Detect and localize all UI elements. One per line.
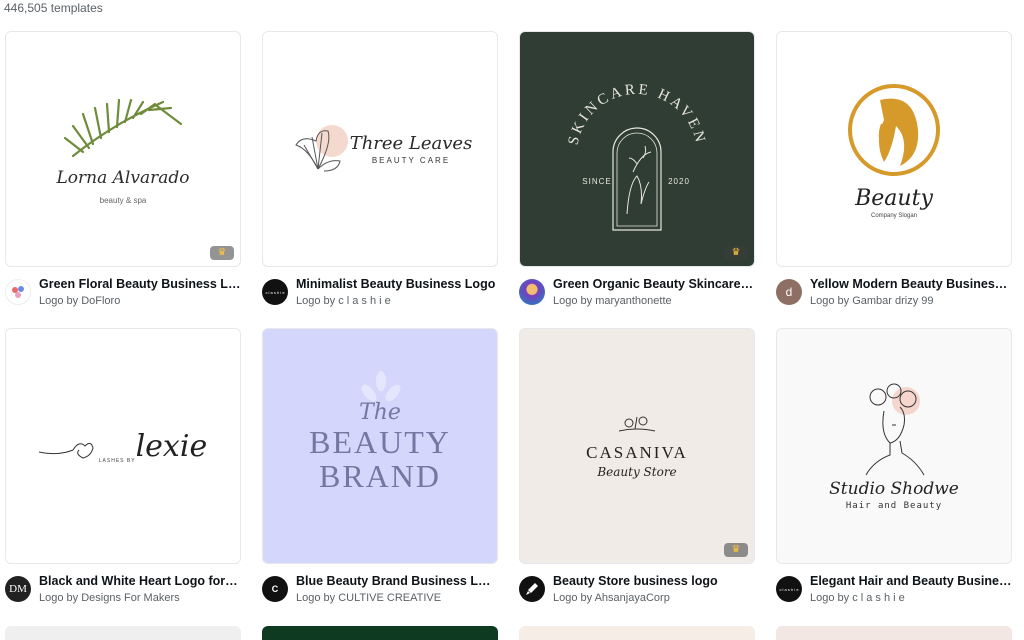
- template-thumbnail[interactable]: LASHES BY lexie: [5, 328, 241, 564]
- avatar[interactable]: c l a s h i e: [262, 279, 288, 305]
- template-author[interactable]: Logo by AhsanjayaCorp: [553, 591, 718, 605]
- template-meta: c l a s h i e Minimalist Beauty Business…: [262, 277, 498, 308]
- template-grid-row-1: Lorna Alvarado beauty & spa ♛ Green Flor…: [5, 31, 1012, 308]
- template-author[interactable]: Logo by Gambar drizy 99: [810, 294, 1012, 308]
- skincare-arch-emblem: SKINCARE HAVEN SINCE 2020: [566, 82, 709, 231]
- template-grid-row-2: LASHES BY lexie DM Black and White Heart…: [5, 328, 1012, 605]
- template-thumbnail[interactable]: Lorna Alvarado beauty & spa ♛: [5, 31, 241, 267]
- template-author[interactable]: Logo by maryanthonette: [553, 294, 755, 308]
- logo-name-text: BEAUTY: [309, 423, 451, 460]
- logo-tagline-text: Company Slogan: [870, 212, 918, 219]
- template-author[interactable]: Logo by Designs For Makers: [39, 591, 241, 605]
- template-thumbnail[interactable]: Three Leaves BEAUTY CARE: [262, 31, 498, 267]
- template-meta: DM Black and White Heart Logo for B... L…: [5, 574, 241, 605]
- logo-name-text: Three Leaves: [349, 133, 473, 154]
- avatar[interactable]: [5, 279, 31, 305]
- template-author[interactable]: Logo by c l a s h i e: [810, 591, 1012, 605]
- logo-group: LASHES BY lexie: [38, 428, 208, 464]
- template-title[interactable]: Beauty Store business logo: [553, 574, 718, 589]
- template-meta: Green Floral Beauty Business Logo Logo b…: [5, 277, 241, 308]
- template-thumbnail[interactable]: SKINCARE HAVEN SINCE 2020 ♛: [519, 31, 755, 267]
- palm-leaf-icon: [63, 98, 183, 157]
- ginkgo-leaf-icon: [294, 125, 348, 172]
- logo-name-text: Lorna Alvarado: [56, 167, 190, 188]
- template-meta: Beauty Store business logo Logo by Ahsan…: [519, 574, 755, 605]
- logo-tagline-text: BEAUTY CARE: [371, 156, 451, 165]
- template-grid-row-3: [5, 626, 1012, 640]
- flower-branch-icon: [618, 416, 656, 432]
- avatar[interactable]: [519, 576, 545, 602]
- template-card[interactable]: Beauty Company Slogan d Yellow Modern Be…: [776, 31, 1012, 308]
- avatar[interactable]: [519, 279, 545, 305]
- flower-icon: [12, 286, 24, 298]
- woman-face-icon: [848, 83, 940, 176]
- avatar[interactable]: c l a s h i e: [776, 576, 802, 602]
- logo-tagline-text: LASHES BY: [98, 457, 136, 464]
- avatar[interactable]: C: [262, 576, 288, 602]
- template-card[interactable]: Studio Shodwe Hair and Beauty c l a s h …: [776, 328, 1012, 605]
- heart-line-icon: [38, 442, 94, 459]
- logo-tagline-text: Hair and Beauty: [845, 501, 943, 511]
- template-meta: Green Organic Beauty Skincare B... Logo …: [519, 277, 755, 308]
- template-title[interactable]: Green Organic Beauty Skincare B...: [553, 277, 755, 292]
- since-text: SINCE: [582, 177, 611, 186]
- template-card[interactable]: LASHES BY lexie DM Black and White Heart…: [5, 328, 241, 605]
- template-title[interactable]: Black and White Heart Logo for B...: [39, 574, 241, 589]
- template-meta: c l a s h i e Elegant Hair and Beauty Bu…: [776, 574, 1012, 605]
- template-thumbnail[interactable]: CASANIVA Beauty Store ♛: [519, 328, 755, 564]
- template-thumbnail[interactable]: [519, 626, 755, 640]
- template-author[interactable]: Logo by CULTIVE CREATIVE: [296, 591, 498, 605]
- template-thumbnail[interactable]: [262, 626, 498, 640]
- template-meta: d Yellow Modern Beauty Business L... Log…: [776, 277, 1012, 308]
- template-title[interactable]: Minimalist Beauty Business Logo: [296, 277, 495, 292]
- template-card[interactable]: Three Leaves BEAUTY CARE c l a s h i e M…: [262, 31, 498, 308]
- template-meta: C Blue Beauty Brand Business Logo Logo b…: [262, 574, 498, 605]
- template-card[interactable]: The BEAUTY BRAND C Blue Beauty Brand Bus…: [262, 328, 498, 605]
- template-title[interactable]: Yellow Modern Beauty Business L...: [810, 277, 1012, 292]
- logo-name-text: CASANIVA: [586, 443, 688, 462]
- logo-name-text: Studio Shodwe: [829, 479, 959, 499]
- template-title[interactable]: Blue Beauty Brand Business Logo: [296, 574, 498, 589]
- logo-name-text: Beauty: [855, 185, 933, 211]
- template-card[interactable]: CASANIVA Beauty Store ♛ Beauty Store bus…: [519, 328, 755, 605]
- woman-floral-hair-icon: [865, 383, 925, 476]
- logo-name-text-2: BRAND: [318, 457, 441, 494]
- logo-tagline-text: beauty & spa: [99, 195, 147, 205]
- logo-tagline-text: Beauty Store: [597, 465, 677, 479]
- crown-icon: ♛: [724, 246, 748, 260]
- template-thumbnail[interactable]: The BEAUTY BRAND: [262, 328, 498, 564]
- template-title[interactable]: Green Floral Beauty Business Logo: [39, 277, 241, 292]
- avatar[interactable]: d: [776, 279, 802, 305]
- templates-count: 446,505 templates: [4, 1, 103, 15]
- template-thumbnail[interactable]: Studio Shodwe Hair and Beauty: [776, 328, 1012, 564]
- template-author[interactable]: Logo by c l a s h i e: [296, 294, 495, 308]
- template-thumbnail[interactable]: Beauty Company Slogan: [776, 31, 1012, 267]
- logo-group: Three Leaves BEAUTY CARE: [288, 119, 473, 179]
- crown-icon: ♛: [724, 543, 748, 557]
- template-card[interactable]: SKINCARE HAVEN SINCE 2020 ♛ Green Organi…: [519, 31, 755, 308]
- crown-icon: ♛: [210, 246, 234, 260]
- logo-prefix-text: The: [359, 399, 401, 425]
- brush-icon: [526, 583, 538, 595]
- logo-name-text: lexie: [135, 428, 208, 464]
- avatar[interactable]: DM: [5, 576, 31, 602]
- svg-text:SKINCARE HAVEN: SKINCARE HAVEN: [566, 82, 709, 147]
- template-author[interactable]: Logo by DoFloro: [39, 294, 241, 308]
- template-title[interactable]: Elegant Hair and Beauty Business ...: [810, 574, 1012, 589]
- template-thumbnail[interactable]: [5, 626, 241, 640]
- year-text: 2020: [668, 177, 690, 186]
- brand-arc-text: SKINCARE HAVEN: [566, 82, 706, 147]
- template-thumbnail[interactable]: [776, 626, 1012, 640]
- template-card[interactable]: Lorna Alvarado beauty & spa ♛ Green Flor…: [5, 31, 241, 308]
